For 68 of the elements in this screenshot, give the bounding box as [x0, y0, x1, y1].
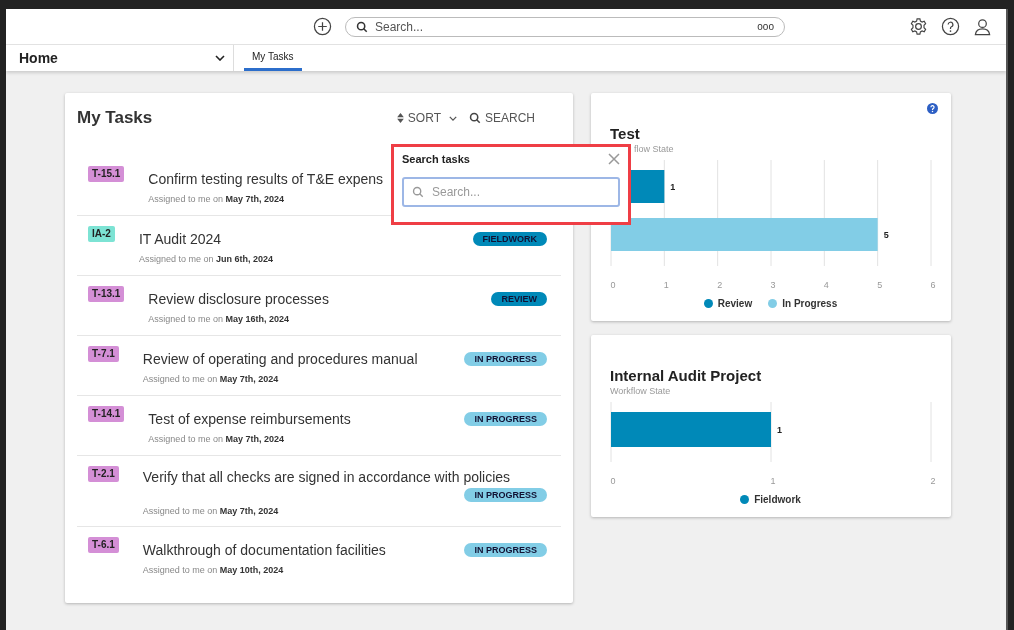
- axis-tick-label: 2: [717, 280, 723, 290]
- user-icon[interactable]: [973, 17, 992, 36]
- task-id-tag: IA-2: [88, 226, 115, 242]
- sort-icon: [396, 113, 404, 123]
- legend-label: In Progress: [782, 298, 838, 309]
- chevron-down-icon[interactable]: [215, 55, 225, 61]
- chart-title: Test: [610, 125, 641, 142]
- task-title[interactable]: Walkthrough of documentation facilities: [142, 538, 386, 558]
- status-badge: FIELDWORK: [472, 231, 547, 246]
- status-badge: REVIEW: [491, 291, 547, 306]
- chevron-down-icon: [449, 115, 457, 121]
- axis-tick-label: 6: [930, 280, 936, 290]
- task-id-tag: T-6.1: [88, 537, 119, 553]
- axis-tick-label: 4: [823, 280, 829, 290]
- home-dropdown[interactable]: Home: [6, 45, 234, 71]
- task-title[interactable]: Verify that all checks are signed in accordance with policies: [142, 466, 511, 485]
- legend-label: Review: [717, 298, 753, 309]
- nav-tab[interactable]: My Tasks: [244, 45, 302, 71]
- search-button[interactable]: SEARCH: [469, 111, 535, 125]
- task-id-tag: T-2.1: [88, 466, 119, 482]
- assigned-date: Assigned to me on May 10th, 2024: [142, 564, 285, 575]
- legend-label: Fieldwork: [754, 494, 801, 505]
- bar-value-label: 1: [670, 181, 676, 192]
- assigned-date: Assigned to me on May 7th, 2024: [142, 506, 280, 516]
- search-field[interactable]: Search...: [402, 177, 620, 207]
- axis-tick-label: 1: [663, 280, 669, 290]
- assigned-date: Assigned to me on May 7th, 2024: [148, 433, 285, 444]
- axis-tick-label: 3: [770, 280, 776, 290]
- bar-value-label: 1: [777, 424, 782, 435]
- settings-icon[interactable]: [909, 17, 928, 36]
- task-id-tag: T-7.1: [88, 346, 119, 362]
- status-badge: IN PROGRESS: [464, 351, 547, 366]
- card-title: My Tasks: [77, 108, 153, 128]
- chart-subtitle: flow State: [634, 144, 675, 154]
- task-title[interactable]: Test of expense reimbursements: [148, 407, 351, 427]
- more-options[interactable]: ooo: [757, 21, 774, 32]
- axis-tick-label: 0: [610, 280, 616, 290]
- axis-tick-label: 5: [877, 280, 883, 290]
- task-title[interactable]: Review disclosure processes: [148, 287, 329, 307]
- bar-value-label: 5: [883, 229, 889, 240]
- chart-subtitle: Workflow State: [610, 386, 672, 396]
- status-badge: IN PROGRESS: [464, 488, 547, 502]
- search-input[interactable]: Search...: [373, 18, 758, 35]
- status-badge: IN PROGRESS: [464, 542, 547, 557]
- help-icon[interactable]: [941, 17, 960, 36]
- axis-tick-label: 0: [610, 476, 616, 486]
- add-icon[interactable]: [313, 17, 332, 36]
- assigned-date: Assigned to me on May 7th, 2024: [142, 373, 280, 384]
- popup-title: Search tasks: [402, 153, 470, 165]
- assigned-date: Assigned to me on May 7th, 2024: [148, 193, 285, 204]
- assigned-date: Assigned to me on Jun 6th, 2024: [138, 253, 274, 264]
- task-id-tag: T-13.1: [88, 286, 125, 302]
- task-title[interactable]: Confirm testing results of T&E expens: [148, 167, 384, 187]
- status-badge: IN PROGRESS: [464, 411, 547, 426]
- search-icon: [356, 20, 368, 33]
- chart-title: Internal Audit Project: [610, 367, 763, 384]
- sort-button[interactable]: SORT: [396, 111, 457, 125]
- assigned-date: Assigned to me on May 16th, 2024: [148, 313, 290, 324]
- search-icon: [412, 186, 424, 198]
- task-id-tag: T-14.1: [88, 406, 125, 422]
- close-icon[interactable]: [608, 153, 620, 165]
- search-icon: [469, 112, 481, 124]
- help-icon[interactable]: [927, 103, 938, 114]
- task-title[interactable]: Review of operating and procedures manual: [142, 347, 418, 367]
- task-title[interactable]: IT Audit 2024: [138, 227, 222, 247]
- axis-tick-label: 2: [930, 476, 936, 486]
- task-id-tag: T-15.1: [88, 166, 125, 182]
- axis-tick-label: 1: [770, 476, 776, 486]
